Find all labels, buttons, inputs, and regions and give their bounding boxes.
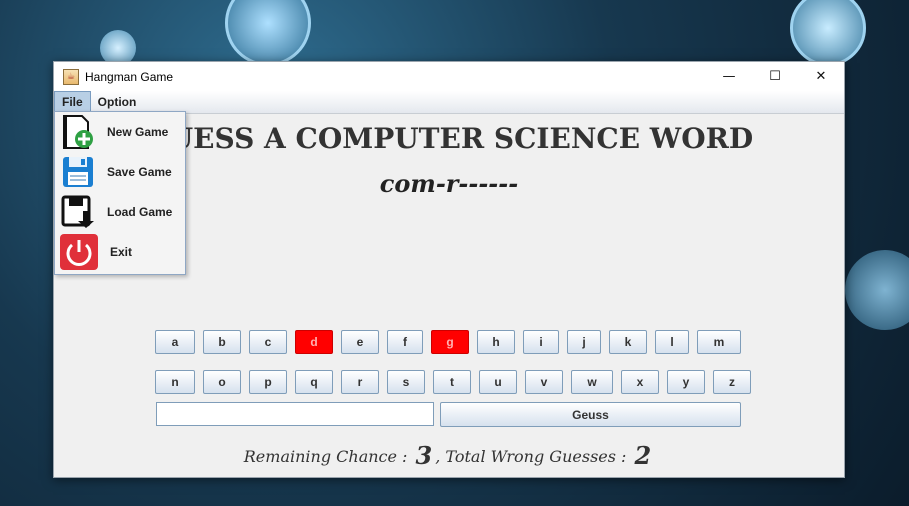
remaining-count: 3 <box>415 441 433 470</box>
new-game-icon <box>61 115 95 149</box>
letter-button-p[interactable]: p <box>249 370 287 394</box>
file-menu-dropdown: New Game Save Game Load Game Exit <box>54 111 186 275</box>
menu-item-load-game[interactable]: Load Game <box>55 192 185 232</box>
menu-option[interactable]: Option <box>91 91 144 113</box>
letter-button-y[interactable]: y <box>667 370 705 394</box>
letter-button-t[interactable]: t <box>433 370 471 394</box>
letter-row-1: a b c d e f g h i j k l m <box>155 330 749 354</box>
menu-item-save-game[interactable]: Save Game <box>55 152 185 192</box>
game-panel: GUESS A COMPUTER SCIENCE WORD com-r-----… <box>54 111 844 477</box>
menu-item-label: Load Game <box>107 205 173 219</box>
floppy-load-icon <box>61 195 95 229</box>
minimize-button[interactable]: — <box>706 62 752 91</box>
background-orb <box>845 250 909 330</box>
menu-item-label: New Game <box>107 125 169 139</box>
letter-button-z[interactable]: z <box>713 370 751 394</box>
floppy-save-icon <box>61 155 95 189</box>
close-button[interactable]: ✕ <box>798 62 844 91</box>
letter-button-h[interactable]: h <box>477 330 515 354</box>
letter-button-b[interactable]: b <box>203 330 241 354</box>
window-title: Hangman Game <box>85 69 174 84</box>
wrong-count: 2 <box>634 441 652 470</box>
java-app-icon: ☕ <box>63 68 79 85</box>
letter-button-l[interactable]: l <box>655 330 689 354</box>
background-orb <box>790 0 866 66</box>
letter-button-f[interactable]: f <box>387 330 423 354</box>
letter-button-w[interactable]: w <box>571 370 613 394</box>
letter-button-m[interactable]: m <box>697 330 741 354</box>
guess-button[interactable]: Geuss <box>440 402 741 427</box>
letter-button-g[interactable]: g <box>431 330 469 354</box>
letter-button-e[interactable]: e <box>341 330 379 354</box>
letter-button-s[interactable]: s <box>387 370 425 394</box>
letter-button-q[interactable]: q <box>295 370 333 394</box>
menu-item-label: Exit <box>110 245 133 259</box>
letter-button-c[interactable]: c <box>249 330 287 354</box>
menu-item-exit[interactable]: Exit <box>55 232 185 272</box>
menu-item-label: Save Game <box>107 165 172 179</box>
letter-button-a[interactable]: a <box>155 330 195 354</box>
menu-file[interactable]: File <box>54 91 91 113</box>
letter-button-x[interactable]: x <box>621 370 659 394</box>
power-icon <box>60 234 98 270</box>
letter-button-n[interactable]: n <box>155 370 195 394</box>
letter-button-k[interactable]: k <box>609 330 647 354</box>
letter-row-2: n o p q r s t u v w x y z <box>155 370 759 394</box>
hangman-window: ☕ Hangman Game — ☐ ✕ File Option GUESS A… <box>53 61 845 478</box>
wrong-label: , Total Wrong Guesses : <box>435 447 627 466</box>
background-orb <box>225 0 311 66</box>
maximize-button[interactable]: ☐ <box>752 62 798 91</box>
letter-button-v[interactable]: v <box>525 370 563 394</box>
letter-button-i[interactable]: i <box>523 330 559 354</box>
menu-item-new-game[interactable]: New Game <box>55 112 185 152</box>
letter-button-r[interactable]: r <box>341 370 379 394</box>
status-line: Remaining Chance : 3, Total Wrong Guesse… <box>54 441 844 470</box>
title-bar: ☕ Hangman Game — ☐ ✕ <box>54 62 844 91</box>
letter-button-d[interactable]: d <box>295 330 333 354</box>
letter-button-u[interactable]: u <box>479 370 517 394</box>
window-controls: — ☐ ✕ <box>706 62 844 91</box>
remaining-label: Remaining Chance : <box>243 447 408 466</box>
letter-button-j[interactable]: j <box>567 330 601 354</box>
letter-button-o[interactable]: o <box>203 370 241 394</box>
guess-input[interactable] <box>156 402 434 426</box>
